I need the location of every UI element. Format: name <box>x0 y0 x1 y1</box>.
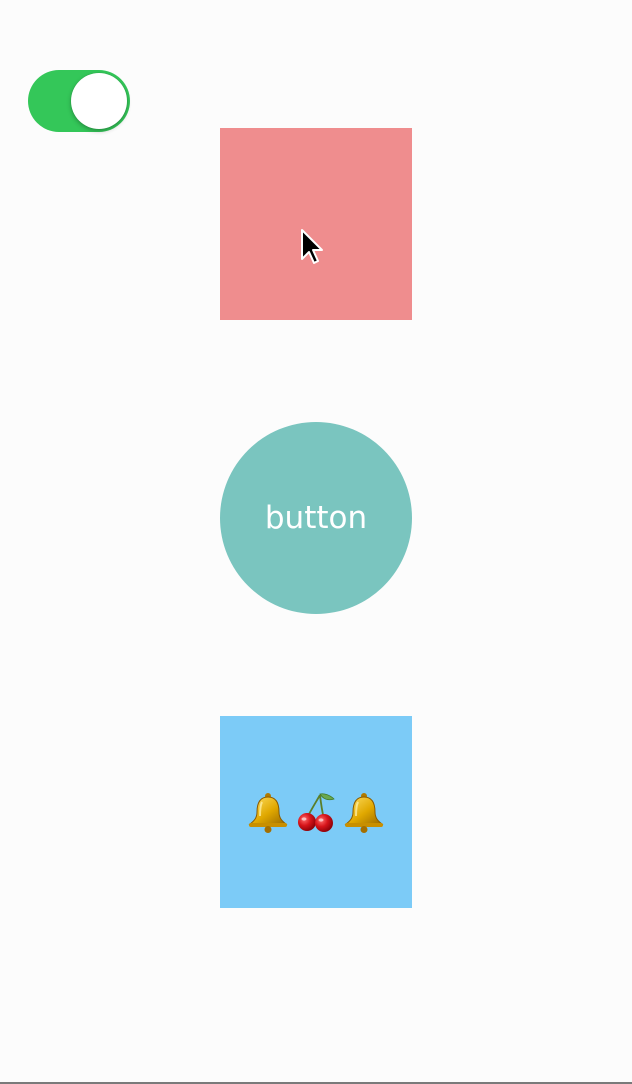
bell-icon <box>248 793 288 833</box>
slot-machine-display[interactable] <box>220 716 412 908</box>
toggle-switch[interactable] <box>28 70 130 132</box>
circle-button[interactable]: button <box>220 422 412 614</box>
bell-icon <box>344 793 384 833</box>
toggle-knob <box>71 73 127 129</box>
red-square-view[interactable] <box>220 128 412 320</box>
cherries-icon <box>298 793 335 832</box>
mouse-pointer-icon <box>301 229 323 264</box>
circle-button-label: button <box>264 500 368 536</box>
